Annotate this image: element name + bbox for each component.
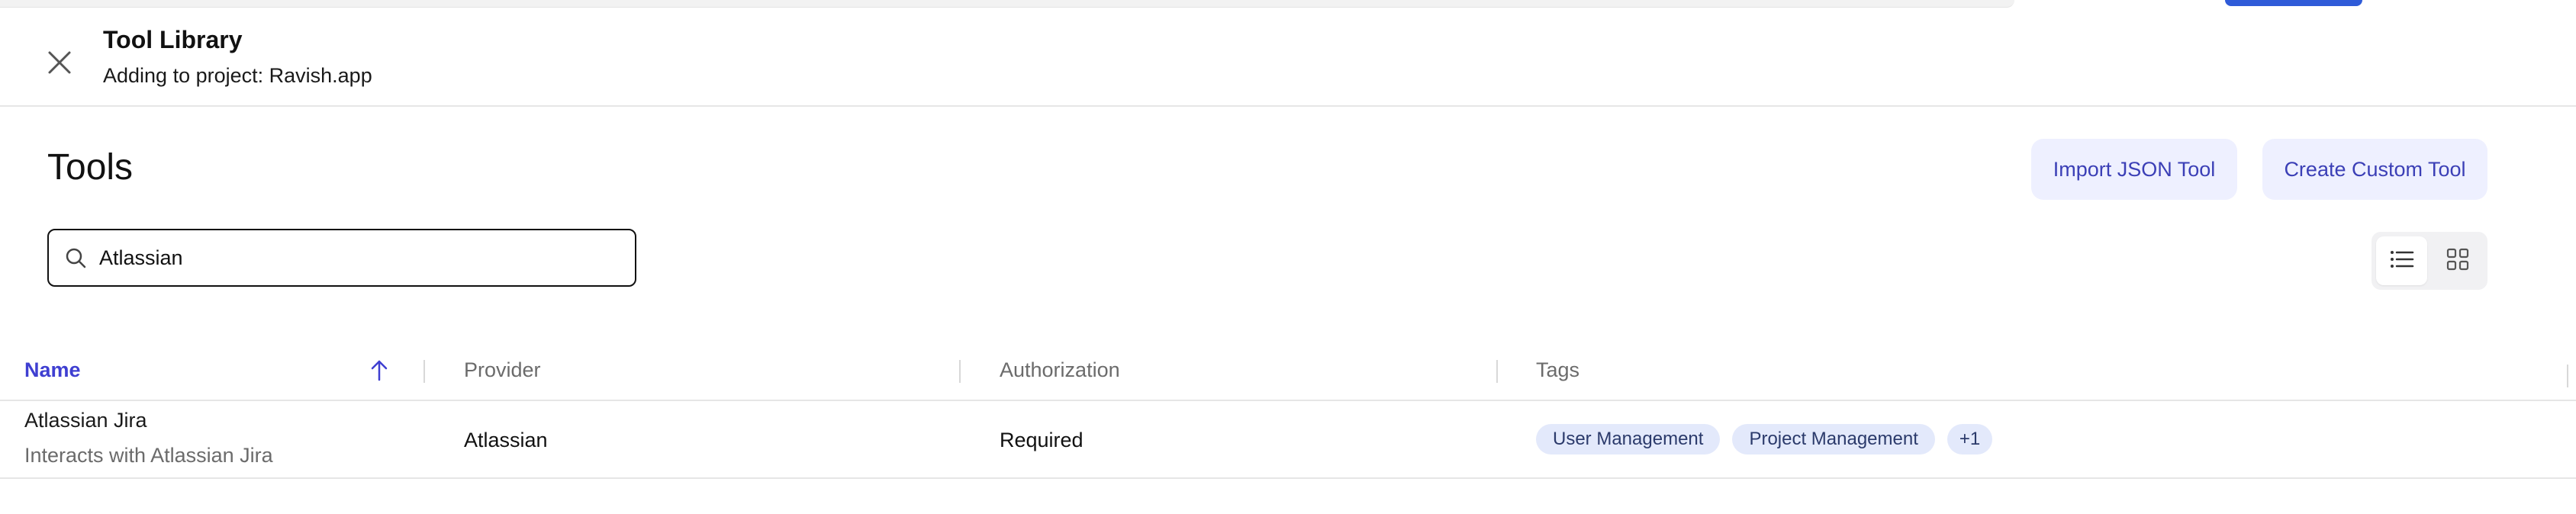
top-chrome-strip [0, 0, 2014, 8]
top-chrome-accent [2225, 0, 2362, 6]
dialog-title: Tool Library [103, 26, 243, 53]
search-input[interactable] [98, 245, 617, 271]
column-header-tags[interactable]: Tags [1536, 358, 1579, 382]
table-header: Name Provider Authorization Tags [0, 345, 2576, 401]
more-tags-badge[interactable]: +1 [1946, 424, 1993, 455]
table-row[interactable]: Atlassian Jira Interacts with Atlassian … [0, 401, 2576, 479]
tag-badge: Project Management [1732, 424, 1935, 455]
column-resize-handle[interactable] [423, 360, 425, 383]
tool-tags: User Management Project Management +1 [1536, 424, 1993, 455]
list-view-icon [2390, 249, 2414, 274]
tool-provider: Atlassian [464, 429, 548, 451]
create-custom-tool-button[interactable]: Create Custom Tool [2262, 139, 2487, 200]
column-header-provider[interactable]: Provider [464, 358, 541, 382]
view-toggle [2372, 232, 2487, 290]
search-icon [64, 246, 87, 269]
column-header-name[interactable]: Name [24, 358, 81, 382]
tool-name: Atlassian Jira [24, 409, 147, 432]
tool-authorization: Required [1000, 429, 1084, 451]
tag-badge: User Management [1536, 424, 1721, 455]
tool-library-page: Tool Library Adding to project: Ravish.a… [0, 0, 2576, 514]
close-icon [47, 50, 72, 79]
grid-view-button[interactable] [2432, 236, 2483, 285]
tool-description: Interacts with Atlassian Jira [24, 444, 273, 467]
column-resize-handle[interactable] [959, 360, 961, 383]
page-title: Tools [47, 147, 134, 188]
column-header-authorization[interactable]: Authorization [1000, 358, 1120, 382]
grid-view-icon [2446, 248, 2469, 275]
search-box[interactable] [47, 229, 636, 287]
close-button[interactable] [43, 47, 76, 81]
dialog-subtitle: Adding to project: Ravish.app [103, 64, 372, 87]
import-json-tool-button[interactable]: Import JSON Tool [2031, 139, 2237, 200]
column-resize-handle[interactable] [1496, 360, 1498, 383]
column-resize-handle[interactable] [2567, 365, 2568, 387]
sort-ascending-icon[interactable] [368, 357, 391, 383]
dialog-header: Tool Library Adding to project: Ravish.a… [0, 9, 2576, 107]
list-view-button[interactable] [2376, 236, 2427, 285]
